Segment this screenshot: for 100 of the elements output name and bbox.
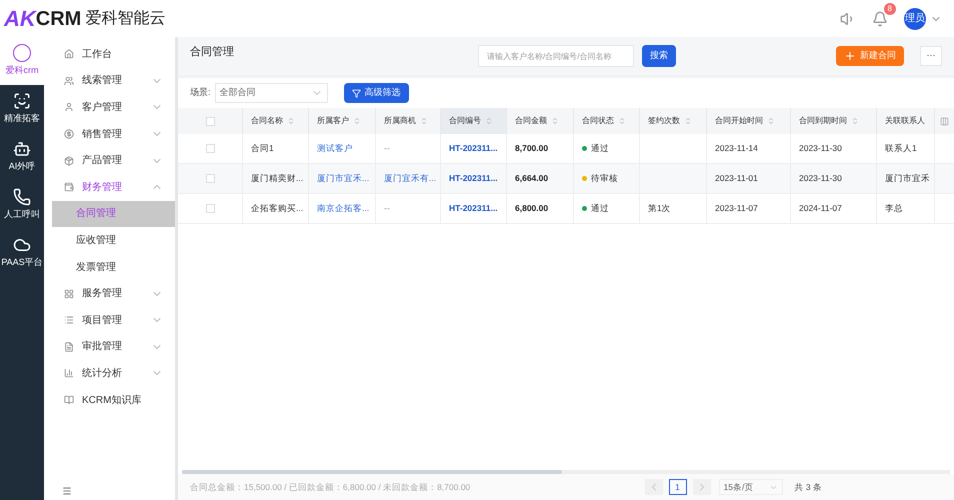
table-cell: 合同1 [251,142,274,155]
menu-item[interactable]: 线索管理 [56,68,175,94]
sort-icon [618,117,626,125]
table-cell: 待审核 [591,172,618,185]
menu-item[interactable]: 审批管理 [56,334,175,360]
sort-icon [485,117,493,125]
table-cell: 联系人1 [885,142,917,155]
table-cell: 通过 [591,142,609,155]
package-icon [64,156,74,166]
user-avatar[interactable]: 理员 [904,8,926,30]
people-icon [64,76,74,86]
menu-item[interactable]: 服务管理 [56,280,175,307]
book-icon [64,395,74,406]
column-header[interactable]: 合同到期时间 [790,108,876,134]
submenu-item[interactable]: 应收管理 [52,227,175,254]
menu-item[interactable]: 财务管理 [56,174,175,201]
menu-item[interactable]: KCRM知识库 [56,386,175,414]
menu-item[interactable]: 项目管理 [56,306,175,334]
columns-icon[interactable] [940,116,949,126]
column-header[interactable]: 关联联系人 [876,108,934,134]
menu-item[interactable]: 统计分析 [56,360,175,387]
logo-mark: AK [4,8,36,30]
phone-icon [13,188,31,206]
column-header[interactable]: 合同编号 [440,108,506,134]
sort-icon [851,117,859,125]
table-link[interactable]: HT-202311... [449,172,498,185]
table-cell: 第1次 [648,202,671,215]
total-count: 共 3 条 [794,480,822,494]
page-size-select[interactable]: 15条/页 [718,479,783,495]
plus-icon [844,50,856,62]
sort-icon [551,117,559,125]
table-link[interactable]: 测试客户 [317,142,353,155]
table-cell: 2023-11-01 [715,172,758,185]
table-cell: -- [384,142,390,155]
grid-icon [64,288,74,299]
search-field[interactable]: 请输入客户名称/合同编号/合同名称 [478,45,634,67]
menu-item[interactable]: 客户管理 [56,94,175,121]
row-checkbox[interactable] [206,174,214,183]
sort-icon [767,117,775,125]
bell-icon[interactable] [872,10,888,26]
table-link[interactable]: HT-202311... [449,202,498,215]
column-header[interactable]: 合同状态 [573,108,639,134]
menu-item[interactable]: 工作台 [56,41,175,68]
notification-badge: 8 [884,2,896,14]
more-button[interactable]: ··· [920,46,942,66]
table-cell: 通过 [591,202,609,215]
column-header[interactable]: 所属客户 [308,108,375,134]
table-link[interactable]: 南京企拓客... [317,202,370,215]
search-button[interactable]: 搜索 [642,45,676,67]
brand-name: 爱科智能云 [85,8,166,28]
submenu-item[interactable]: 发票管理 [52,254,175,280]
robot-icon [13,140,31,158]
table-cell: 2024-11-07 [799,202,842,215]
rail-item[interactable]: 爱科crm [0,37,44,85]
filter-icon [352,88,361,98]
column-header[interactable]: 合同名称 [242,108,308,134]
user-icon [64,102,74,112]
document-icon [64,342,74,352]
row-checkbox[interactable] [206,204,214,213]
scene-select[interactable]: 全部合同 [214,83,328,103]
collapse-icon[interactable] [62,486,72,496]
sort-icon [684,117,692,125]
table-cell: 企拓客购买... [251,202,304,215]
page-number[interactable]: 1 [668,479,687,495]
amount-summary: 合同总金额：15,500.00 / 已回款金额：6,800.00 / 未回款金额：8,700.00 [190,480,470,494]
rail-item[interactable]: AI外呼 [0,133,44,181]
column-header[interactable]: 签约次数 [639,108,706,134]
table-cell: 6,664.00 [515,172,548,185]
sort-icon [420,117,428,125]
coin-icon [64,129,74,140]
row-checkbox[interactable] [206,144,214,153]
table-cell: 6,800.00 [515,202,548,215]
rail-item[interactable]: 精准拓客 [0,85,44,133]
logo-text: CRM [36,8,82,28]
next-page-button[interactable] [692,479,711,495]
wallet-icon [64,182,74,192]
column-header[interactable]: 合同开始时间 [706,108,790,134]
table-cell: 李总 [885,202,903,215]
page-title: 合同管理 [190,44,235,60]
column-header[interactable]: 合同金额 [506,108,573,134]
table-link[interactable]: 厦门宜禾有... [384,172,436,185]
home-icon [64,49,74,60]
table-cell: -- [384,202,390,215]
table-cell: 厦门精奕财... [251,172,304,185]
sort-icon [353,117,361,125]
rail-item[interactable]: 人工呼叫 [0,181,44,229]
table-cell: 2023-11-30 [799,142,842,155]
advanced-filter-button[interactable]: 高级筛选 [344,83,409,103]
table-cell: 2023-11-14 [715,142,758,155]
sort-icon [287,117,295,125]
prev-page-button[interactable] [644,479,663,495]
scrollbar-thumb[interactable] [182,470,562,474]
menu-item[interactable]: 销售管理 [56,120,175,148]
face-scan-icon [13,92,31,110]
rail-item[interactable]: PAAS平台 [0,229,44,277]
table-link[interactable]: 厦门市宜禾... [317,172,370,185]
menu-item[interactable]: 产品管理 [56,147,175,174]
table-cell: 2023-11-30 [799,172,842,185]
select-all-checkbox[interactable] [206,116,214,126]
table-link[interactable]: HT-202311... [449,142,498,155]
